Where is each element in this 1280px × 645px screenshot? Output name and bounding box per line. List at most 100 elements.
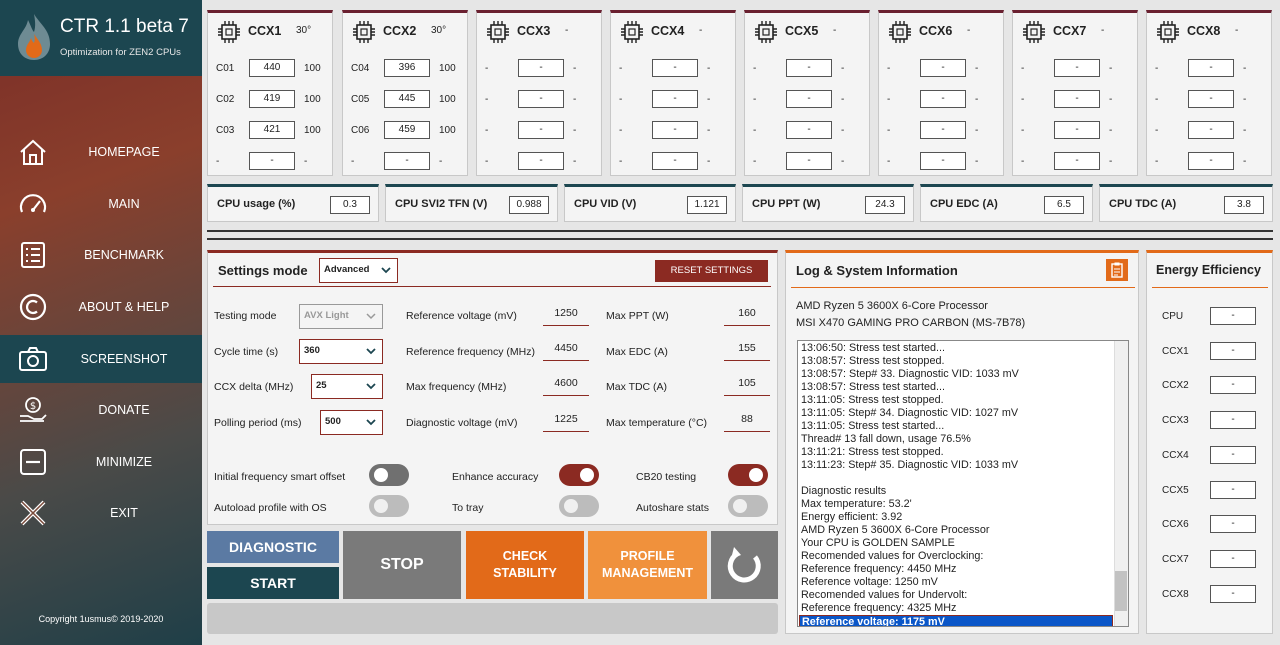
log-line[interactable]: 13:11:21: Stress test stopped. [801, 446, 944, 459]
log-line[interactable]: Diagnostic results [801, 485, 886, 498]
to-tray-label: To tray [452, 502, 484, 514]
max-tdc-input[interactable]: 105 [724, 374, 770, 396]
toggle-knob [733, 499, 747, 513]
log-line[interactable]: AMD Ryzen 5 3600X 6-Core Processor [801, 524, 989, 537]
log-listbox[interactable]: 13:06:50: Stress test started... 13:08:57… [797, 340, 1129, 627]
log-line[interactable]: Reference voltage: 1250 mV [801, 576, 938, 589]
check-stability-button[interactable]: CHECK STABILITY [466, 531, 584, 599]
log-line[interactable]: 13:11:05: Step# 34. Diagnostic VID: 1027… [801, 407, 1018, 420]
log-line[interactable]: Recomended values for Undervolt: [801, 589, 967, 602]
core-max: - [304, 156, 308, 167]
polling-period-select[interactable]: 500 [320, 410, 383, 435]
core-label: - [753, 63, 757, 74]
ref-voltage-input[interactable]: 1250 [543, 304, 589, 326]
core-label: - [1021, 156, 1025, 167]
autoshare-toggle[interactable] [728, 495, 768, 517]
nav-label: BENCHMARK [84, 248, 164, 262]
ccx-delta-select[interactable]: 25 [311, 374, 383, 399]
ref-frequency-label: Reference frequency (MHz) [406, 346, 535, 358]
core-row: --- [1147, 90, 1271, 110]
reset-settings-button[interactable]: RESET SETTINGS [655, 260, 768, 282]
minimize-icon [20, 449, 46, 475]
to-tray-toggle[interactable] [559, 495, 599, 517]
clipboard-icon [1111, 262, 1123, 278]
ccx-name: CCX8 [1187, 24, 1221, 38]
core-value: - [920, 152, 966, 170]
core-value: - [384, 152, 430, 170]
max-edc-input[interactable]: 155 [724, 339, 770, 361]
energy-label: CCX6 [1162, 519, 1189, 531]
settings-mode-select[interactable]: Advanced [319, 258, 398, 283]
max-ppt-input[interactable]: 160 [724, 304, 770, 326]
core-max: - [707, 63, 711, 74]
core-value: - [1188, 152, 1234, 170]
core-max: - [439, 156, 443, 167]
copy-log-button[interactable] [1106, 259, 1128, 281]
core-max: - [707, 125, 711, 136]
ref-frequency-input[interactable]: 4450 [543, 339, 589, 361]
core-row: --- [1147, 152, 1271, 172]
nav-exit[interactable]: EXIT [0, 489, 202, 537]
polling-period-value: 500 [325, 416, 341, 427]
log-line-selected[interactable]: Reference voltage: 1175 mV [799, 615, 1113, 626]
nav-label: MAIN [108, 197, 140, 211]
log-line[interactable]: 13:06:50: Stress test started... [801, 342, 945, 355]
log-line[interactable]: Your CPU is GOLDEN SAMPLE [801, 537, 955, 550]
profile-management-button[interactable]: PROFILE MANAGEMENT [588, 531, 707, 599]
log-line[interactable]: 13:11:05: Stress test started... [801, 420, 944, 433]
ccx-name: CCX2 [383, 24, 417, 38]
nav-benchmark[interactable]: BENCHMARK [0, 231, 202, 279]
log-line[interactable]: 13:08:57: Stress test started... [801, 381, 945, 394]
log-line[interactable]: Energy efficient: 3.92 [801, 511, 902, 524]
log-line[interactable]: Thread# 13 fall down, usage 76.5% [801, 433, 971, 446]
ccx-temperature: 30° [431, 25, 447, 36]
core-max: 100 [304, 94, 321, 105]
log-line[interactable]: Reference frequency: 4325 MHz [801, 602, 956, 615]
nav-about-help[interactable]: ABOUT & HELP [0, 283, 202, 331]
nav-donate[interactable]: $ DONATE [0, 386, 202, 434]
log-line[interactable]: 13:11:05: Stress test stopped. [801, 394, 944, 407]
nav-minimize[interactable]: MINIMIZE [0, 438, 202, 486]
max-frequency-input[interactable]: 4600 [543, 374, 589, 396]
settings-title: Settings mode [218, 263, 308, 278]
svg-text:$: $ [30, 401, 36, 412]
log-line[interactable]: 13:08:57: Stress test stopped. [801, 355, 944, 368]
diagnostic-button[interactable]: DIAGNOSTIC [207, 531, 339, 563]
log-line[interactable]: Max temperature: 53.2' [801, 498, 912, 511]
testing-mode-select[interactable]: AVX Light [299, 304, 383, 329]
core-value: - [920, 59, 966, 77]
ccx-delta-label: CCX delta (MHz) [214, 381, 294, 393]
start-button[interactable]: START [207, 567, 339, 599]
max-temperature-input[interactable]: 88 [724, 410, 770, 432]
diag-voltage-input[interactable]: 1225 [543, 410, 589, 432]
toggle-knob [564, 499, 578, 513]
core-label: - [1021, 94, 1025, 105]
smart-offset-toggle[interactable] [369, 464, 409, 486]
log-line[interactable]: 13:08:57: Step# 33. Diagnostic VID: 1033… [801, 368, 1019, 381]
energy-row: CCX2 - [1147, 376, 1272, 396]
log-line[interactable]: Reference frequency: 4450 MHz [801, 563, 956, 576]
refresh-button[interactable] [711, 531, 778, 599]
core-value: - [920, 121, 966, 139]
nav-screenshot[interactable]: SCREENSHOT [0, 335, 202, 383]
core-label: - [619, 156, 623, 167]
log-line[interactable]: 13:11:23: Step# 35. Diagnostic VID: 1033… [801, 459, 1018, 472]
cycle-time-value: 360 [304, 345, 320, 356]
core-value: - [652, 59, 698, 77]
nav-main[interactable]: MAIN [0, 180, 202, 228]
autoload-toggle[interactable] [369, 495, 409, 517]
metric-label: CPU SVI2 TFN (V) [395, 198, 488, 210]
core-value: - [1188, 121, 1234, 139]
enhance-accuracy-toggle[interactable] [559, 464, 599, 486]
core-row: C02 419 100 [208, 90, 332, 110]
nav-homepage[interactable]: HOMEPAGE [0, 128, 202, 176]
core-max: 100 [439, 94, 456, 105]
settings-divider [213, 286, 771, 287]
cb20-testing-toggle[interactable] [728, 464, 768, 486]
log-scrollbar[interactable] [1114, 341, 1128, 626]
stop-button[interactable]: STOP [343, 531, 461, 599]
log-line[interactable]: Recomended values for Overclocking: [801, 550, 983, 563]
cycle-time-select[interactable]: 360 [299, 339, 383, 364]
core-value: - [786, 152, 832, 170]
scrollbar-thumb[interactable] [1115, 571, 1127, 611]
